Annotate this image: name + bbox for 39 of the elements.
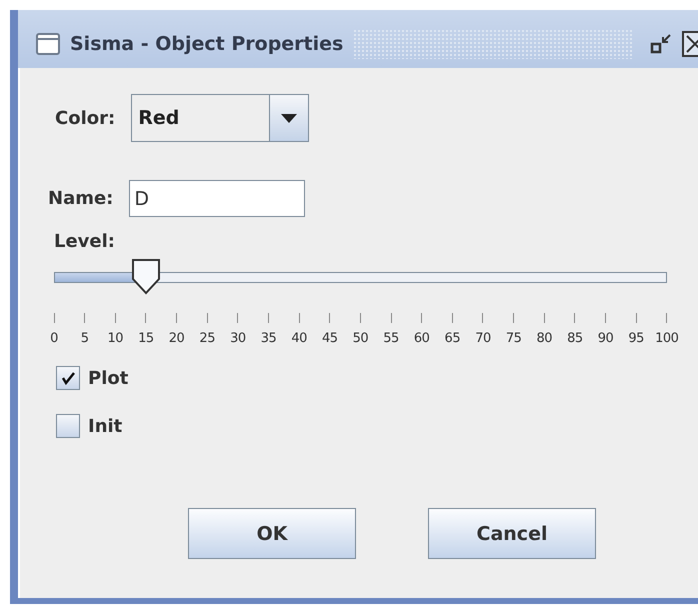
tick-label: 0 [50,331,58,346]
slider-thumb[interactable] [130,259,162,295]
restore-icon[interactable] [650,33,672,55]
level-label: Level: [54,231,115,252]
tick-label: 80 [536,331,552,346]
tick-label: 70 [475,331,491,346]
ok-button[interactable]: OK [188,508,356,559]
checkbox-label: Plot [88,368,128,388]
tick-label: 85 [567,331,583,346]
tick-label: 35 [260,331,276,346]
name-label: Name: [48,188,114,209]
tick-label: 100 [655,331,678,346]
name-field[interactable]: D [129,180,306,217]
checkbox[interactable] [56,414,80,438]
tick-label: 10 [108,331,124,346]
window-title: Sisma - Object Properties [70,33,344,55]
window-icon [36,33,60,55]
tick-label: 15 [138,331,154,346]
tick-label: 90 [598,331,614,346]
tick-label: 20 [168,331,184,346]
tick-label: 40 [291,331,307,346]
tick-label: 60 [414,331,430,346]
tick-label: 25 [199,331,215,346]
checkbox-label: Init [88,416,122,436]
tick-label: 45 [322,331,338,346]
tick-label: 50 [352,331,368,346]
color-label: Color: [55,108,116,128]
tick-label: 55 [383,331,399,346]
level-slider[interactable] [54,259,667,295]
color-dropdown[interactable]: Red [131,94,310,142]
tick-label: 75 [506,331,522,346]
tick-label: 5 [80,331,89,346]
check-icon [60,370,76,386]
tick-label: 30 [230,331,246,346]
slider-track[interactable] [54,272,667,282]
checkbox[interactable] [56,366,80,390]
tick-label: 65 [444,331,460,346]
cancel-button[interactable]: Cancel [428,508,596,559]
tick-label: 95 [628,331,644,346]
